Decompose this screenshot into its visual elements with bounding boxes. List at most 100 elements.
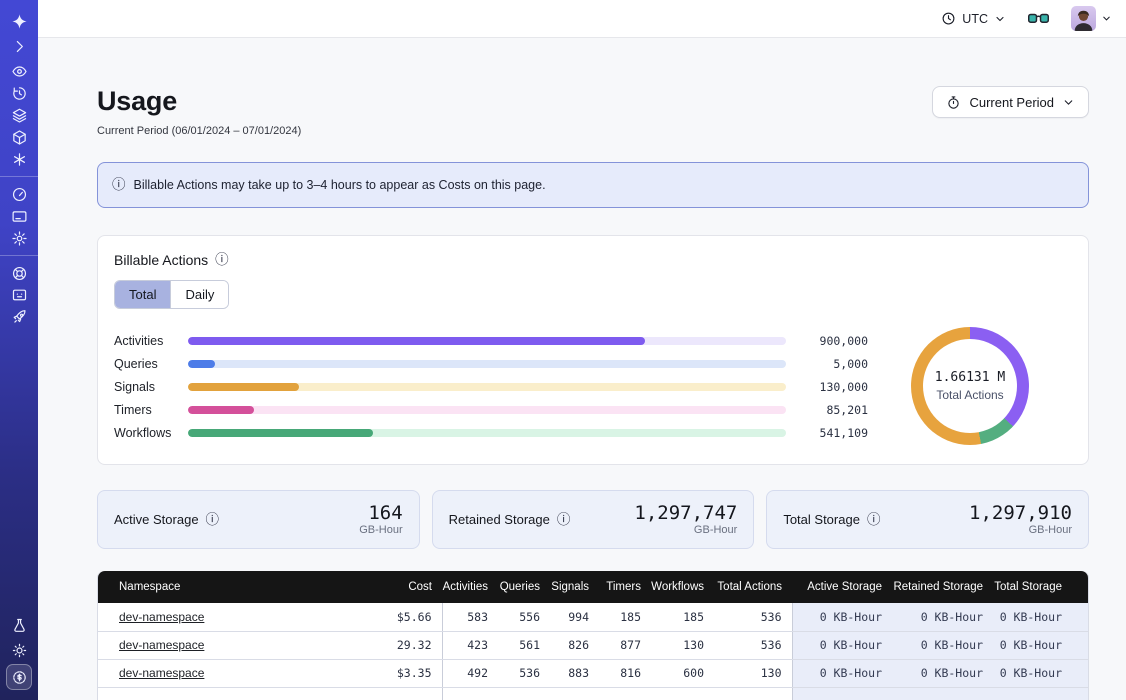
bar-label: Timers: [114, 403, 188, 417]
retained-storage-value: 1,297,747: [634, 503, 737, 524]
bar-fill: [188, 429, 373, 437]
app: UTC Usage Current Period (06/01/2024 – 0…: [0, 0, 1126, 700]
usage-gauge-icon[interactable]: [6, 183, 32, 205]
active-storage-value: 164: [359, 503, 402, 524]
bar-track: [188, 337, 786, 345]
cell-timers: 877: [599, 631, 651, 659]
table-row-partial: [98, 687, 1088, 700]
cell-retained-storage: 0 KB-Hour: [892, 603, 993, 631]
bar-value: 541,109: [786, 426, 868, 440]
billing-card-icon[interactable]: [6, 205, 32, 227]
asterisk-icon[interactable]: [6, 148, 32, 170]
user-avatar[interactable]: [1071, 6, 1096, 31]
namespace-link[interactable]: dev-namespace: [119, 666, 204, 680]
current-period-dropdown[interactable]: Current Period: [932, 86, 1089, 118]
bar-value: 85,201: [786, 403, 868, 417]
usage-page: Usage Current Period (06/01/2024 – 07/01…: [38, 38, 1126, 700]
cell-total-storage: 0 KB-Hour: [993, 603, 1088, 631]
col-namespace: Namespace: [98, 571, 350, 603]
total-storage-unit: GB-Hour: [969, 524, 1072, 536]
table-header-row: Namespace Cost Activities Queries Signal…: [98, 571, 1088, 603]
cell-signals: 994: [550, 603, 599, 631]
feature-flags-glasses-icon[interactable]: [1028, 11, 1049, 26]
bar-row-timers: Timers 85,201: [114, 398, 868, 421]
col-signals: Signals: [550, 571, 599, 603]
temporal-logo-icon[interactable]: [6, 10, 32, 32]
bar-track: [188, 406, 786, 414]
chevron-down-icon: [994, 13, 1006, 25]
donut-box: 1.66131 M Total Actions: [868, 323, 1072, 449]
cell-cost: 29.32: [350, 631, 442, 659]
col-total-actions: Total Actions: [714, 571, 792, 603]
info-icon[interactable]: ⓘ: [206, 513, 220, 527]
bar-track: [188, 383, 786, 391]
tab-daily[interactable]: Daily: [170, 281, 228, 308]
billable-actions-title: Billable Actions: [114, 252, 208, 268]
cube-icon[interactable]: [6, 126, 32, 148]
cell-workflows: 185: [651, 603, 714, 631]
total-actions-value: 1.66131 M: [935, 370, 1005, 385]
bar-label: Signals: [114, 380, 188, 394]
cell-workflows: 130: [651, 631, 714, 659]
total-storage-label: Total Storage: [783, 512, 860, 527]
table-row: dev-namespace $3.35 492 536 883 816 600 …: [98, 659, 1088, 687]
cell-timers: 816: [599, 659, 651, 687]
theme-sun-icon[interactable]: [6, 639, 32, 661]
bar-row-workflows: Workflows 541,109: [114, 421, 868, 444]
namespace-usage-table: Namespace Cost Activities Queries Signal…: [97, 571, 1089, 700]
cell-active-storage: 0 KB-Hour: [792, 659, 892, 687]
settings-gear-icon[interactable]: [6, 227, 32, 249]
bar-fill: [188, 337, 645, 345]
layers-icon[interactable]: [6, 104, 32, 126]
cell-workflows: 600: [651, 659, 714, 687]
bar-label: Queries: [114, 357, 188, 371]
chevron-down-icon: [1101, 13, 1112, 24]
collapse-chevron-right-icon[interactable]: [6, 35, 32, 57]
bar-fill: [188, 406, 254, 414]
bar-fill: [188, 383, 299, 391]
cell-total-actions: 536: [714, 603, 792, 631]
cell-queries: 561: [498, 631, 550, 659]
info-icon[interactable]: ⓘ: [215, 253, 229, 267]
active-storage-card: Active Storage ⓘ 164 GB-Hour: [97, 490, 420, 549]
info-banner: ⓘ Billable Actions may take up to 3–4 ho…: [97, 162, 1089, 208]
cell-queries: 556: [498, 603, 550, 631]
storage-cards: Active Storage ⓘ 164 GB-Hour Retained St…: [97, 490, 1089, 549]
cell-signals: 883: [550, 659, 599, 687]
timezone-label: UTC: [962, 12, 988, 26]
col-retained-storage: Retained Storage: [892, 571, 993, 603]
info-icon[interactable]: ⓘ: [867, 513, 881, 527]
main-area: UTC Usage Current Period (06/01/2024 – 0…: [38, 0, 1126, 700]
info-icon[interactable]: ⓘ: [557, 513, 571, 527]
bar-row-queries: Queries 5,000: [114, 352, 868, 375]
bar-value: 900,000: [786, 334, 868, 348]
timezone-selector[interactable]: UTC: [941, 11, 1006, 26]
info-icon: ⓘ: [112, 178, 126, 192]
tab-total[interactable]: Total: [115, 281, 170, 308]
info-banner-text: Billable Actions may take up to 3–4 hour…: [134, 178, 546, 192]
account-menu[interactable]: [1071, 6, 1112, 31]
active-storage-label: Active Storage: [114, 512, 199, 527]
support-lifebuoy-icon[interactable]: [6, 262, 32, 284]
col-queries: Queries: [498, 571, 550, 603]
cell-total-storage: 0 KB-Hour: [993, 659, 1088, 687]
eye-icon[interactable]: [6, 60, 32, 82]
bar-track: [188, 360, 786, 368]
col-timers: Timers: [599, 571, 651, 603]
cell-activities: 492: [442, 659, 498, 687]
actions-bar-chart: Activities 900,000 Queries 5,000 Signals: [114, 323, 868, 449]
cell-total-actions: 130: [714, 659, 792, 687]
clock-icon: [941, 11, 956, 26]
col-active-storage: Active Storage: [792, 571, 892, 603]
assistant-monitor-icon[interactable]: [6, 284, 32, 306]
labs-flask-icon[interactable]: [6, 614, 32, 636]
history-clock-icon[interactable]: [6, 82, 32, 104]
cell-retained-storage: 0 KB-Hour: [892, 631, 993, 659]
rocket-icon[interactable]: [6, 306, 32, 328]
usage-cost-coin-icon[interactable]: [6, 664, 32, 690]
namespace-link[interactable]: dev-namespace: [119, 610, 204, 624]
total-actions-donut: 1.66131 M Total Actions: [911, 327, 1029, 445]
col-cost: Cost: [350, 571, 442, 603]
namespace-link[interactable]: dev-namespace: [119, 638, 204, 652]
col-total-storage: Total Storage: [993, 571, 1088, 603]
